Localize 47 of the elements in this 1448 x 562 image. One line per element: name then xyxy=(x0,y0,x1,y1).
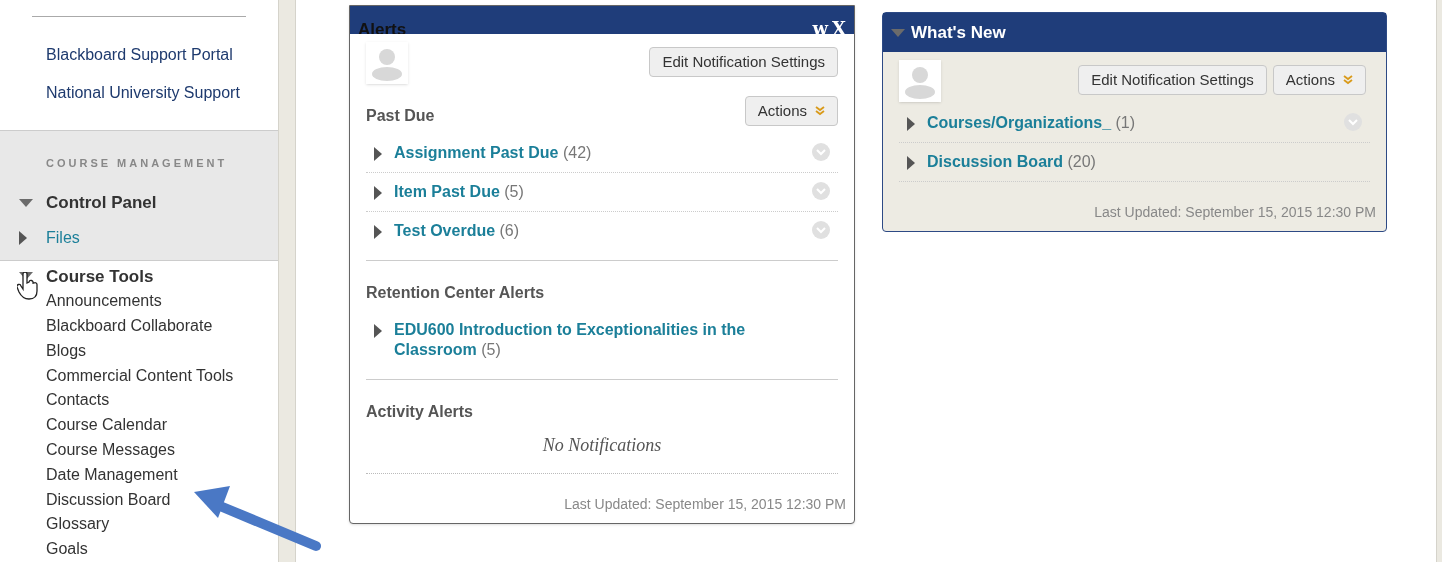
menu-heading[interactable]: Course Tools xyxy=(46,263,154,290)
menu-link[interactable]: Files xyxy=(46,226,80,250)
avatar-icon xyxy=(366,42,408,84)
tool-link[interactable]: Contacts xyxy=(46,388,278,414)
section-heading: Retention Center Alerts xyxy=(366,283,545,303)
double-chevron-icon xyxy=(815,106,825,116)
alert-link[interactable]: Item Past Due (5) xyxy=(394,182,800,202)
edit-notification-settings-button[interactable]: Edit Notification Settings xyxy=(649,47,838,77)
empty-message: No Notifications xyxy=(542,434,662,457)
tool-link[interactable]: Announcements xyxy=(46,289,278,315)
section-heading: Activity Alerts xyxy=(366,402,473,422)
caret-right-icon[interactable] xyxy=(374,186,382,200)
avatar-icon xyxy=(899,60,941,102)
tool-link[interactable]: Blackboard Collaborate xyxy=(46,314,278,339)
alert-link[interactable]: Courses/Organizations_ (1) xyxy=(927,113,1332,133)
tool-link[interactable]: Blogs xyxy=(46,338,278,364)
actions-button[interactable]: Actions xyxy=(1272,65,1366,95)
tool-link[interactable]: Course Messages xyxy=(46,438,278,463)
caret-right-icon[interactable] xyxy=(374,147,382,161)
edit-notification-settings-button[interactable]: Edit Notification Settings xyxy=(1078,65,1267,95)
caret-right-icon[interactable] xyxy=(19,231,27,245)
caret-right-icon[interactable] xyxy=(907,156,915,170)
alert-link[interactable]: Test Overdue (6) xyxy=(394,221,800,241)
alert-link[interactable]: Assignment Past Due (42) xyxy=(394,143,800,163)
tool-link[interactable]: Course Calendar xyxy=(46,413,278,438)
caret-right-icon[interactable] xyxy=(907,117,915,131)
panel-title: What's New xyxy=(911,21,1006,44)
sidebar-link[interactable]: National University Support xyxy=(46,81,278,105)
last-updated-text: Last Updated: September 15, 2015 12:30 PM xyxy=(1094,203,1376,222)
caret-right-icon[interactable] xyxy=(374,324,382,338)
caret-down-icon[interactable] xyxy=(19,199,33,207)
menu-heading[interactable]: Control Panel xyxy=(46,190,157,216)
alert-link[interactable]: EDU600 Introduction to Exceptionalities in the Classroom (5) xyxy=(394,320,830,360)
hand-cursor-icon xyxy=(17,272,39,300)
actions-button[interactable]: Actions xyxy=(744,96,838,126)
tool-link[interactable]: Date Management xyxy=(46,462,278,488)
alert-link[interactable]: Discussion Board (20) xyxy=(927,152,1362,172)
tool-link[interactable]: Goals xyxy=(46,537,278,562)
tool-link[interactable]: Glossary xyxy=(46,512,278,538)
last-updated-text: Last Updated: September 15, 2015 12:30 PM xyxy=(564,495,846,514)
tool-link[interactable]: Discussion Board xyxy=(46,487,278,513)
double-chevron-icon xyxy=(1343,75,1353,85)
tool-link[interactable]: Commercial Content Tools xyxy=(46,363,278,389)
section-title: COURSE MANAGEMENT xyxy=(45,156,229,171)
caret-right-icon[interactable] xyxy=(374,225,382,239)
sidebar-link[interactable]: Blackboard Support Portal xyxy=(46,43,278,67)
section-heading: Past Due xyxy=(366,106,435,126)
